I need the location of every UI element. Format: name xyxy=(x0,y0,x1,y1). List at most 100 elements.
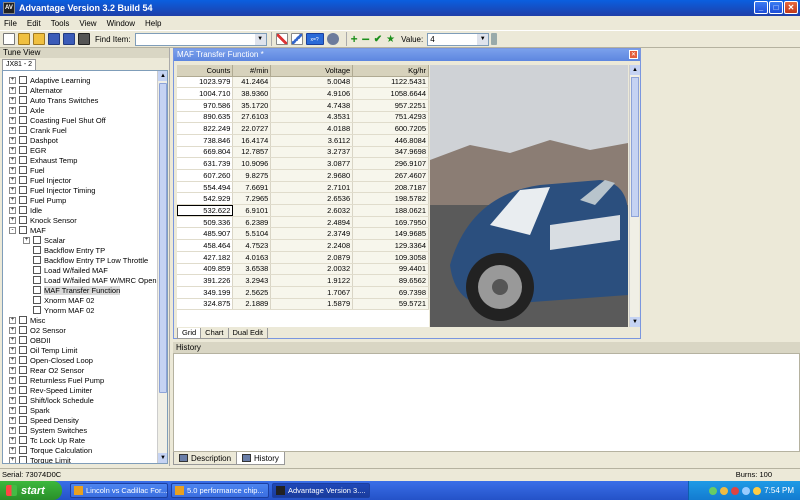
table-cell[interactable]: 2.5625 xyxy=(232,286,272,299)
expand-icon[interactable]: + xyxy=(9,366,16,374)
table-cell[interactable]: 542.929 xyxy=(177,192,234,206)
scroll-thumb[interactable] xyxy=(631,77,639,217)
menu-view[interactable]: View xyxy=(79,19,96,28)
tree-checkbox[interactable] xyxy=(19,336,27,344)
scroll-thumb[interactable] xyxy=(159,83,167,393)
tree-item[interactable]: MAF Transfer Function xyxy=(3,285,157,295)
tree-checkbox[interactable] xyxy=(19,226,27,234)
tree-item[interactable]: + Exhaust Temp xyxy=(3,155,157,165)
find-item-input[interactable]: ▼ xyxy=(134,32,267,46)
table-cell[interactable]: 59.5721 xyxy=(352,298,429,311)
tree-item[interactable]: + Crank Fuel xyxy=(3,125,157,135)
tree-item[interactable]: + Axle xyxy=(3,105,157,115)
tree-item[interactable]: + Tc Lock Up Rate xyxy=(3,435,157,445)
tree-checkbox[interactable] xyxy=(33,266,41,274)
expand-icon[interactable]: + xyxy=(9,386,16,394)
table-cell[interactable]: 2.2408 xyxy=(270,239,354,252)
tray-app-icon[interactable] xyxy=(742,486,751,495)
tree-item[interactable]: + Adaptive Learning xyxy=(3,75,157,85)
table-cell[interactable]: 41.2464 xyxy=(232,76,272,89)
table-cell[interactable]: 2.0032 xyxy=(270,263,354,276)
tree-checkbox[interactable] xyxy=(19,326,27,334)
table-row[interactable]: 1023.979 41.2464 5.0048 1122.5431 xyxy=(177,76,429,89)
table-cell[interactable]: 532.622 xyxy=(177,204,234,217)
expand-icon[interactable]: + xyxy=(9,76,16,84)
table-row[interactable]: 391.226 3.2943 1.9122 89.6562 xyxy=(177,274,429,287)
tree-checkbox[interactable] xyxy=(19,316,27,324)
plus-icon[interactable]: + xyxy=(351,32,358,46)
table-cell[interactable]: 109.3058 xyxy=(352,251,429,264)
tree-item[interactable]: + Open-Closed Loop xyxy=(3,355,157,365)
table-row[interactable]: 532.622 6.9101 2.6032 188.0621 xyxy=(177,204,429,217)
table-cell[interactable]: 4.9106 xyxy=(270,87,354,100)
tree-checkbox[interactable] xyxy=(33,256,41,264)
chevron-down-icon[interactable]: ▼ xyxy=(477,33,489,45)
table-row[interactable]: 458.464 4.7523 2.2408 129.3364 xyxy=(177,239,429,252)
tree-item[interactable]: + Auto Trans Switches xyxy=(3,95,157,105)
tree-checkbox[interactable] xyxy=(19,186,27,194)
expand-icon[interactable]: + xyxy=(9,346,16,354)
table-cell[interactable]: 16.4174 xyxy=(232,134,272,147)
new-icon[interactable] xyxy=(3,33,15,45)
table-cell[interactable]: 3.2943 xyxy=(232,274,272,287)
tab-history[interactable]: History xyxy=(236,452,285,465)
expand-icon[interactable]: + xyxy=(23,236,30,244)
tree-item[interactable]: + Fuel xyxy=(3,165,157,175)
tree-checkbox[interactable] xyxy=(19,106,27,114)
tree-checkbox[interactable] xyxy=(19,436,27,444)
expand-icon[interactable]: + xyxy=(9,426,16,434)
expand-icon[interactable]: + xyxy=(9,126,16,134)
tree-item[interactable]: + Fuel Pump xyxy=(3,195,157,205)
scroll-down-icon[interactable]: ▼ xyxy=(158,453,167,463)
table-cell[interactable]: 751.4293 xyxy=(352,111,429,124)
table-cell[interactable]: 5.5104 xyxy=(232,227,272,241)
tree-checkbox[interactable] xyxy=(19,116,27,124)
table-cell[interactable]: 1.5879 xyxy=(270,298,354,311)
taskbar-button[interactable]: 5.0 performance chip... xyxy=(171,483,269,498)
tree-item[interactable]: Xnorm MAF 02 xyxy=(3,295,157,305)
table-cell[interactable]: 458.464 xyxy=(177,239,234,252)
tree-checkbox[interactable] xyxy=(19,136,27,144)
menu-edit[interactable]: Edit xyxy=(27,19,41,28)
minus-icon[interactable]: − xyxy=(362,31,370,47)
table-cell[interactable]: 22.0727 xyxy=(232,122,272,135)
table-cell[interactable]: 99.4401 xyxy=(352,263,429,276)
tree-item[interactable]: + Spark xyxy=(3,405,157,415)
table-cell[interactable]: 149.9685 xyxy=(352,227,429,241)
table-cell[interactable]: 7.2965 xyxy=(232,192,272,206)
table-cell[interactable]: 2.0879 xyxy=(270,251,354,264)
table-cell[interactable]: 4.0163 xyxy=(232,251,272,264)
table-cell[interactable]: 4.7523 xyxy=(232,239,272,252)
menu-help[interactable]: Help xyxy=(145,19,161,28)
table-cell[interactable]: 6.2389 xyxy=(232,216,272,229)
tree-checkbox[interactable] xyxy=(33,276,41,284)
expand-icon[interactable]: + xyxy=(9,166,16,174)
table-cell[interactable]: 89.6562 xyxy=(352,274,429,287)
tree-item[interactable]: + Idle xyxy=(3,205,157,215)
table-cell[interactable]: 208.7187 xyxy=(352,181,429,194)
scale-icon[interactable] xyxy=(290,33,303,45)
expand-icon[interactable]: + xyxy=(9,406,16,414)
tree-item[interactable]: + Torque Limit xyxy=(3,455,157,463)
tune-tree[interactable]: + Adaptive Learning + Alternator + Auto Trans… xyxy=(2,70,168,464)
table-cell[interactable]: 38.9360 xyxy=(232,87,272,100)
expand-icon[interactable]: + xyxy=(9,116,16,124)
table-cell[interactable]: 347.9698 xyxy=(352,146,429,159)
table-row[interactable]: 631.739 10.9096 3.0877 296.9107 xyxy=(177,157,429,170)
tree-checkbox[interactable] xyxy=(19,176,27,184)
start-button[interactable]: start xyxy=(0,481,62,500)
table-cell[interactable]: 3.6112 xyxy=(270,134,354,147)
table-cell[interactable]: 1122.5431 xyxy=(352,76,429,89)
tree-item[interactable]: Load W/failed MAF xyxy=(3,265,157,275)
tree-item[interactable]: + Misc xyxy=(3,315,157,325)
table-cell[interactable]: 9.8275 xyxy=(232,169,272,182)
table-row[interactable]: 738.846 16.4174 3.6112 446.8084 xyxy=(177,134,429,147)
tree-checkbox[interactable] xyxy=(19,426,27,434)
save-as-icon[interactable] xyxy=(63,33,75,45)
table-cell[interactable]: 35.1720 xyxy=(232,99,272,112)
scroll-up-icon[interactable]: ▲ xyxy=(630,65,640,75)
table-cell[interactable]: 1.7067 xyxy=(270,286,354,299)
expand-icon[interactable]: + xyxy=(9,216,16,224)
expand-icon[interactable]: + xyxy=(9,146,16,154)
tree-checkbox[interactable] xyxy=(19,386,27,394)
